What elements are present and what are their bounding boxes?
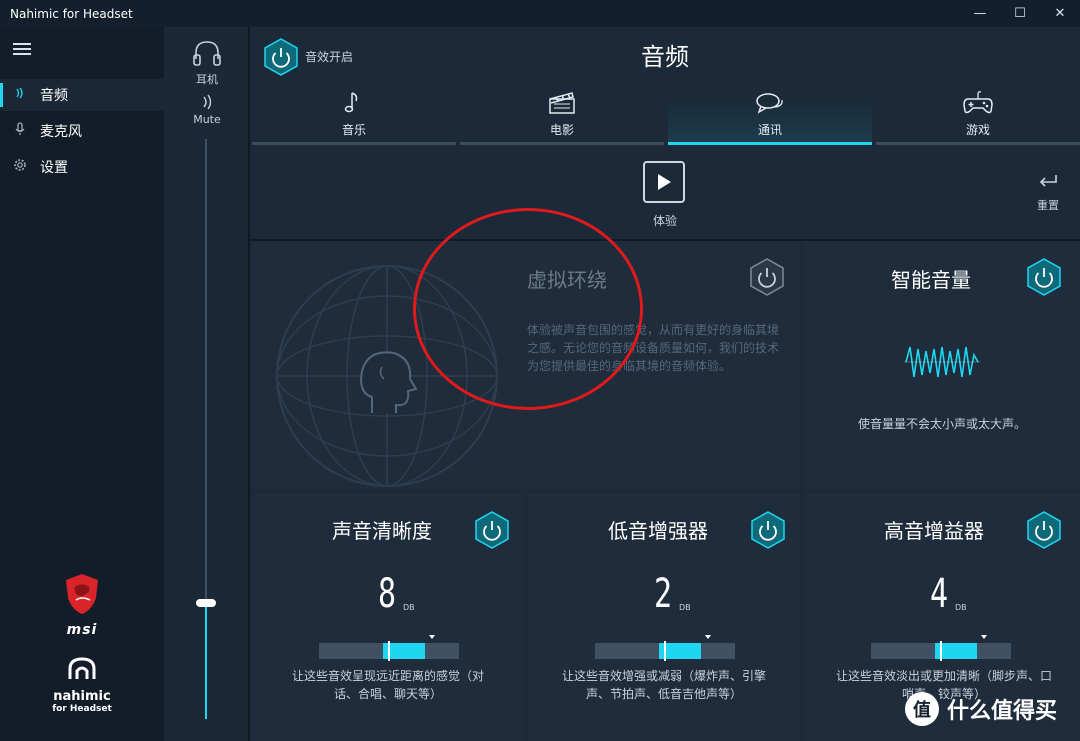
clarity-value: 8 bbox=[378, 571, 397, 617]
tab-label: 音乐 bbox=[341, 123, 366, 137]
smart-volume-card: 智能音量 使音量量不会太小声或太大声。 bbox=[804, 241, 1080, 489]
tab-label: 游戏 bbox=[965, 123, 990, 137]
clarity-description: 让这些音效呈现远近距离的感觉（对话、合唱、聊天等） bbox=[291, 669, 484, 701]
treble-title: 高音增益器 bbox=[884, 519, 984, 543]
reset-button[interactable]: 重置 bbox=[1030, 172, 1066, 213]
chat-bubble-icon bbox=[755, 91, 785, 119]
undo-arrow-icon bbox=[1030, 172, 1066, 197]
tab-communication[interactable]: 通讯 bbox=[668, 87, 872, 145]
volume-slider-thumb[interactable] bbox=[196, 599, 216, 607]
watermark: 值 什么值得买 bbox=[905, 692, 1057, 726]
waveform-icon bbox=[904, 337, 980, 391]
sidebar-item-label: 设置 bbox=[40, 160, 68, 176]
virtual-surround-card: 虚拟环绕 体验被声音包围的感觉，从而有更好的身临其境之感。无论您的音频设备质量如… bbox=[252, 241, 800, 489]
treble-slider[interactable] bbox=[871, 635, 1011, 661]
bass-slider[interactable] bbox=[595, 635, 735, 661]
audio-wave-icon bbox=[0, 86, 40, 104]
surround-sphere-illustration bbox=[272, 261, 502, 491]
reset-label: 重置 bbox=[1037, 199, 1059, 212]
device-label: 耳机 bbox=[196, 73, 218, 86]
bass-unit: DB bbox=[679, 603, 691, 612]
minimize-button[interactable]: — bbox=[960, 0, 1000, 27]
smart-volume-title: 智能音量 bbox=[891, 268, 971, 292]
title-bar: Nahimic for Headset — ☐ ✕ bbox=[0, 0, 1080, 27]
surround-power-button[interactable] bbox=[750, 258, 784, 296]
sidebar: 音频 麦克风 设置 msi nahimic for Headset bbox=[0, 27, 164, 741]
msi-logo: msi bbox=[50, 572, 114, 638]
clarity-power-button[interactable] bbox=[475, 511, 509, 549]
close-button[interactable]: ✕ bbox=[1040, 0, 1080, 27]
clarity-title: 声音清晰度 bbox=[332, 519, 432, 543]
bass-slider-center-marker bbox=[664, 641, 666, 661]
preset-tabs: 音乐 电影 通讯 游戏 bbox=[252, 87, 1080, 145]
microphone-icon bbox=[0, 122, 40, 140]
voice-clarity-card: 声音清晰度 8 DB 让这些音效呈现远近距离的感觉（对话、合唱、聊天等） bbox=[252, 493, 524, 741]
maximize-button[interactable]: ☐ bbox=[1000, 0, 1040, 27]
treble-slider-pointer bbox=[981, 635, 987, 639]
sidebar-item-audio[interactable]: 音频 bbox=[0, 79, 164, 111]
clapperboard-icon bbox=[547, 89, 577, 119]
treble-value: 4 bbox=[930, 571, 949, 617]
bass-boost-card: 低音增强器 2 DB 让这些音效增强或减弱（爆炸声、引擎声、节拍声、低音吉他声等… bbox=[528, 493, 800, 741]
sidebar-item-label: 麦克风 bbox=[40, 124, 82, 140]
bass-slider-pointer bbox=[705, 635, 711, 639]
menu-icon[interactable] bbox=[13, 43, 31, 57]
sidebar-item-settings[interactable]: 设置 bbox=[0, 151, 164, 183]
window-title: Nahimic for Headset bbox=[10, 6, 133, 21]
tab-music[interactable]: 音乐 bbox=[252, 87, 456, 145]
page-title: 音频 bbox=[641, 43, 689, 71]
clarity-slider-pointer bbox=[429, 635, 435, 639]
smart-volume-power-button[interactable] bbox=[1027, 258, 1061, 296]
surround-description: 体验被声音包围的感觉，从而有更好的身临其境之感。无论您的音频设备质量如何，我们的… bbox=[527, 323, 780, 373]
sidebar-item-label: 音频 bbox=[40, 88, 68, 104]
gear-icon bbox=[0, 158, 40, 176]
volume-slider-fill bbox=[205, 603, 207, 719]
clarity-slider-center-marker bbox=[388, 641, 390, 661]
play-button[interactable] bbox=[643, 161, 685, 203]
tab-label: 通讯 bbox=[757, 123, 782, 137]
clarity-slider[interactable] bbox=[319, 635, 459, 661]
bass-value: 2 bbox=[654, 571, 673, 617]
headphones-icon[interactable] bbox=[192, 39, 222, 67]
sound-wave-icon[interactable] bbox=[200, 93, 214, 115]
watermark-logo: 值 bbox=[905, 692, 939, 726]
tab-label: 电影 bbox=[549, 123, 574, 137]
nahimic-logo: nahimic for Headset bbox=[40, 655, 124, 714]
watermark-text: 什么值得买 bbox=[947, 699, 1058, 724]
experience-label: 体验 bbox=[652, 214, 677, 228]
treble-unit: DB bbox=[955, 603, 967, 612]
smart-volume-description: 使音量量不会太小声或太大声。 bbox=[857, 417, 1026, 431]
clarity-unit: DB bbox=[403, 603, 415, 612]
bass-power-button[interactable] bbox=[751, 511, 785, 549]
music-note-icon bbox=[344, 89, 364, 119]
tab-game[interactable]: 游戏 bbox=[876, 87, 1080, 145]
window-controls: — ☐ ✕ bbox=[960, 0, 1080, 27]
gamepad-icon bbox=[962, 89, 994, 119]
volume-panel: 耳机 Mute bbox=[164, 27, 250, 741]
bass-title: 低音增强器 bbox=[608, 519, 708, 543]
mute-label[interactable]: Mute bbox=[164, 113, 250, 126]
sidebar-item-microphone[interactable]: 麦克风 bbox=[0, 115, 164, 147]
main-panel: 音效开启 音频 音乐 电影 通讯 游戏 体验 重置 虚拟环绕 体验被声音包围的感… bbox=[250, 27, 1080, 741]
bass-description: 让这些音效增强或减弱（爆炸声、引擎声、节拍声、低音吉他声等） bbox=[561, 669, 766, 701]
treble-slider-center-marker bbox=[940, 641, 942, 661]
treble-power-button[interactable] bbox=[1027, 511, 1061, 549]
tab-movie[interactable]: 电影 bbox=[460, 87, 664, 145]
surround-title: 虚拟环绕 bbox=[527, 268, 607, 292]
